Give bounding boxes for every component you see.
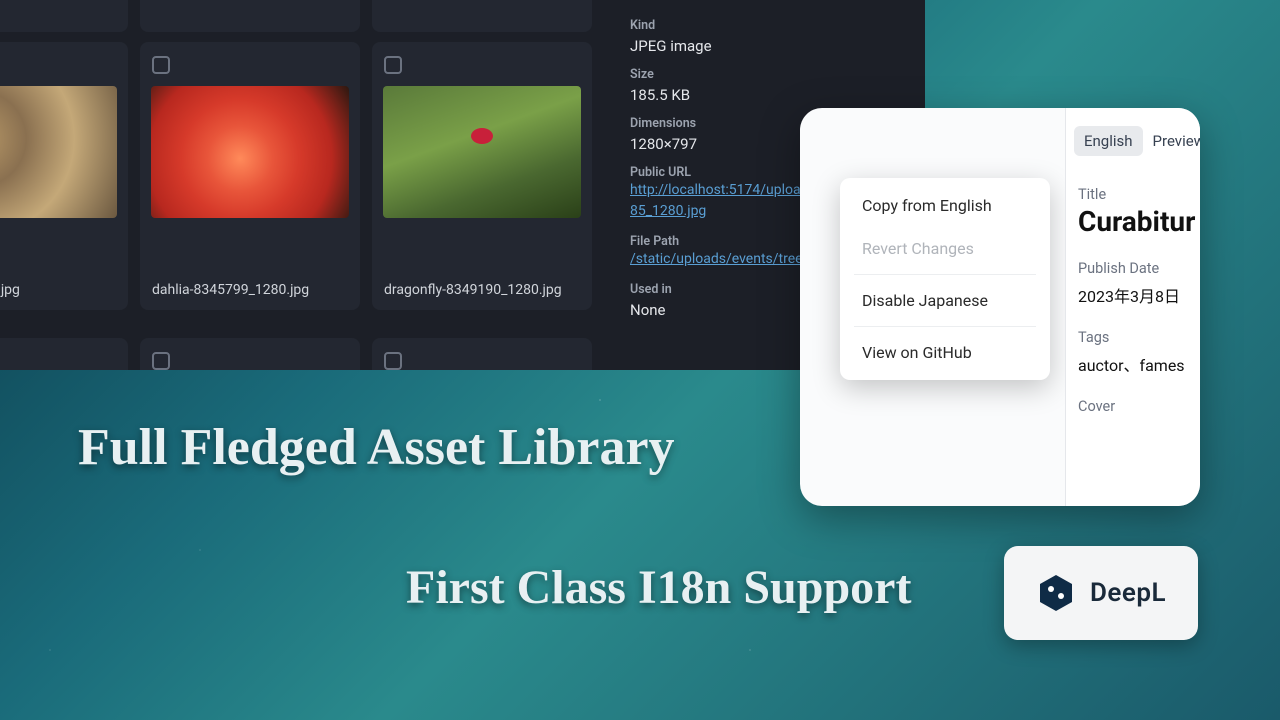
detail-kind-value: JPEG image — [630, 37, 912, 55]
asset-card[interactable] — [0, 0, 128, 32]
field-title-value: Curabitur — [1078, 205, 1200, 238]
field-tags-value: auctor、fames — [1078, 352, 1200, 376]
menu-divider — [854, 274, 1036, 275]
asset-card[interactable] — [0, 338, 128, 370]
asset-card[interactable] — [140, 338, 360, 370]
asset-checkbox[interactable] — [152, 352, 170, 370]
asset-thumbnail[interactable] — [383, 86, 581, 218]
asset-thumbnail[interactable] — [0, 86, 117, 218]
asset-checkbox[interactable] — [152, 56, 170, 74]
headline-asset-library: Full Fledged Asset Library — [78, 418, 675, 477]
asset-card[interactable]: 24516_1280.jpg — [0, 42, 128, 310]
field-tags-label: Tags — [1078, 329, 1200, 346]
deepl-name: DeepL — [1090, 578, 1166, 608]
detail-size-value: 185.5 KB — [630, 86, 912, 104]
detail-kind-label: Kind — [630, 18, 912, 33]
field-title-label: Title — [1078, 186, 1200, 203]
menu-view-on-github[interactable]: View on GitHub — [840, 331, 1050, 374]
asset-filename: dragonfly-8349190_1280.jpg — [380, 282, 584, 302]
menu-disable-japanese[interactable]: Disable Japanese — [840, 279, 1050, 322]
menu-divider — [854, 326, 1036, 327]
asset-library-panel: 24516_1280.jpg dahlia-8345799_1280.jpg d… — [0, 0, 925, 370]
context-menu: Copy from English Revert Changes Disable… — [840, 178, 1050, 380]
headline-i18n-support: First Class I18n Support — [406, 560, 911, 615]
asset-card[interactable] — [372, 0, 592, 32]
asset-filename: 24516_1280.jpg — [0, 282, 120, 302]
i18n-editor-panel: Copy from English Revert Changes Disable… — [800, 108, 1200, 506]
asset-grid: 24516_1280.jpg dahlia-8345799_1280.jpg d… — [0, 0, 605, 370]
field-publish-date-value: 2023年3月8日 — [1078, 283, 1200, 307]
asset-card[interactable]: dahlia-8345799_1280.jpg — [140, 42, 360, 310]
menu-copy-from-english[interactable]: Copy from English — [840, 184, 1050, 227]
field-cover-label: Cover — [1078, 398, 1200, 415]
field-publish-date-label: Publish Date — [1078, 260, 1200, 277]
asset-checkbox[interactable] — [384, 56, 402, 74]
asset-card[interactable] — [372, 338, 592, 370]
asset-checkbox[interactable] — [384, 352, 402, 370]
asset-filename: dahlia-8345799_1280.jpg — [148, 282, 352, 302]
deepl-logo-icon — [1036, 573, 1076, 613]
asset-card[interactable]: dragonfly-8349190_1280.jpg — [372, 42, 592, 310]
menu-revert-changes: Revert Changes — [840, 227, 1050, 270]
preview-pane: English Preview Title Curabitur Publish … — [1065, 108, 1200, 506]
asset-thumbnail[interactable] — [151, 86, 349, 218]
tab-english[interactable]: English — [1074, 126, 1143, 156]
tab-preview[interactable]: Preview — [1143, 126, 1200, 156]
asset-card[interactable] — [140, 0, 360, 32]
deepl-badge: DeepL — [1004, 546, 1198, 640]
detail-size-label: Size — [630, 67, 912, 82]
